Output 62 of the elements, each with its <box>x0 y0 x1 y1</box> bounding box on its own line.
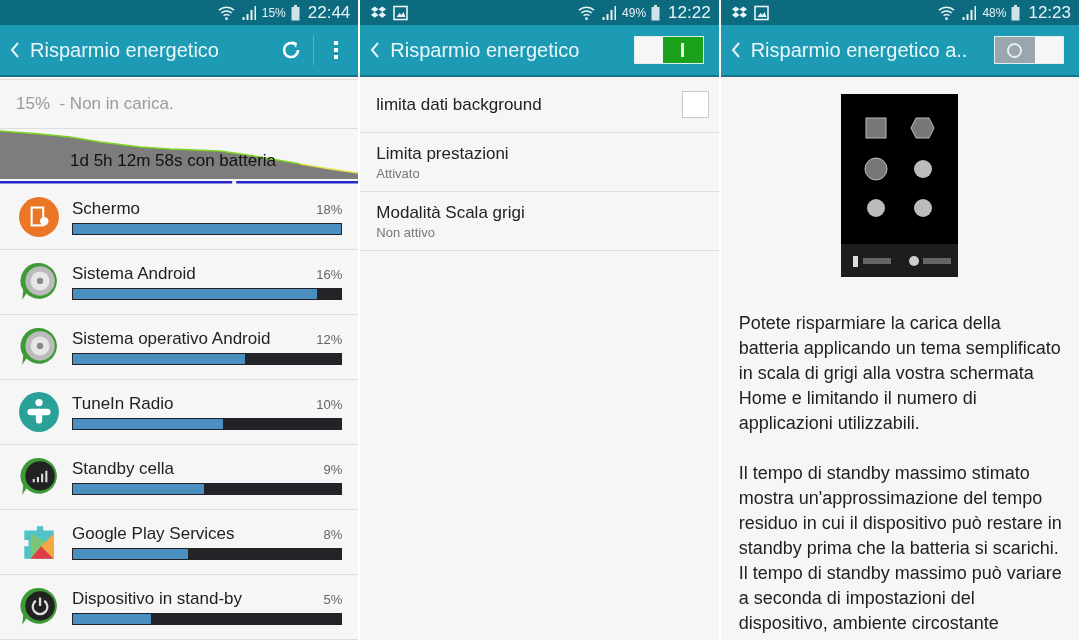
app-name: Sistema operativo Android <box>72 329 271 349</box>
image-icon <box>392 4 410 21</box>
switch-thumb[interactable] <box>995 37 1035 63</box>
switch-thumb[interactable] <box>662 37 703 63</box>
setting-label: limita dati background <box>376 94 543 115</box>
checkbox[interactable] <box>681 91 709 118</box>
power-saving-switch[interactable] <box>633 36 704 64</box>
battery-icon <box>290 4 300 21</box>
usage-percent: 10% <box>316 397 343 412</box>
clock: 22:44 <box>307 2 351 23</box>
screen-title: Risparmio energetico <box>390 38 581 62</box>
app-name: Standby cella <box>72 459 175 479</box>
setting-item[interactable]: Limita prestazioni Attivato <box>360 133 719 192</box>
app-name: Google Play Services <box>72 524 235 544</box>
time-on-battery: 1d 5h 12m 58s con batteria <box>70 151 277 171</box>
display-icon <box>18 196 60 238</box>
radio-icon <box>18 391 60 433</box>
usage-item[interactable]: Google Play Services 8% <box>0 510 359 575</box>
usage-item[interactable]: TuneIn Radio 10% <box>0 380 359 445</box>
usage-item[interactable]: Standby cella 9% <box>0 445 359 510</box>
battery-percent: 15% <box>261 5 286 20</box>
battery-icon <box>651 4 661 21</box>
setting-label: Limita prestazioni <box>376 143 509 164</box>
app-name: Dispositivo in stand-by <box>72 589 243 609</box>
app-name: TuneIn Radio <box>72 394 174 414</box>
battery-percent: 48% <box>982 5 1007 20</box>
battery-percent: 49% <box>622 5 647 20</box>
description-text: Potete risparmiare la carica della batteria applicando un tema semplificato in scala di grigi alla vostra schermata Home e limitando il numero di applicazioni utilizzabili. <box>738 312 1062 435</box>
screen-title: Risparmio energetico a.. <box>750 38 969 62</box>
battery-status: 15% - Non in carica. <box>0 79 359 129</box>
setting-summary: Non attivo <box>376 224 436 240</box>
usage-item[interactable]: Sistema operativo Android 12% <box>0 315 359 380</box>
signal-icon <box>960 4 978 21</box>
battery-icon <box>1011 4 1021 21</box>
back-icon[interactable] <box>370 41 381 59</box>
usage-percent: 5% <box>323 592 343 607</box>
back-icon[interactable] <box>10 41 20 59</box>
clock: 12:22 <box>668 2 711 23</box>
usage-item[interactable]: Dispositivo in stand-by 5% <box>0 575 359 640</box>
usage-item[interactable]: Sistema Android 16% <box>0 250 359 315</box>
setting-label: Modalità Scala grigi <box>376 202 525 223</box>
usage-percent: 9% <box>323 462 343 477</box>
usage-percent: 18% <box>316 202 343 217</box>
screen-title: Risparmio energetico <box>30 38 220 62</box>
usage-percent: 12% <box>316 332 343 347</box>
back-icon[interactable] <box>730 41 741 59</box>
description-text: Il tempo di standby massimo stimato mostra un'approssimazione del tempo residuo in cui il dispositivo può restare in standby prima che la batteria si scarichi. Il tempo di standby massimo può variare a seconda di impostazioni del dispositivo, ambiente circostante <box>738 462 1063 635</box>
power-saving-switch[interactable] <box>994 36 1064 64</box>
usage-percent: 16% <box>316 267 343 282</box>
setting-item[interactable]: Modalità Scala grigi Non attivo <box>360 192 719 251</box>
wifi-icon <box>217 4 235 21</box>
wifi-icon <box>578 4 596 21</box>
app-name: Sistema Android <box>72 264 196 284</box>
wifi-icon <box>938 4 956 21</box>
usage-item[interactable]: Schermo 18% <box>0 185 359 250</box>
clock: 12:23 <box>1028 2 1071 23</box>
usage-percent: 8% <box>323 527 343 542</box>
setting-item[interactable]: limita dati background <box>360 77 719 133</box>
setting-summary: Attivato <box>376 165 421 181</box>
signal-icon <box>600 4 618 21</box>
app-name: Schermo <box>72 199 141 219</box>
image-icon <box>752 4 770 21</box>
